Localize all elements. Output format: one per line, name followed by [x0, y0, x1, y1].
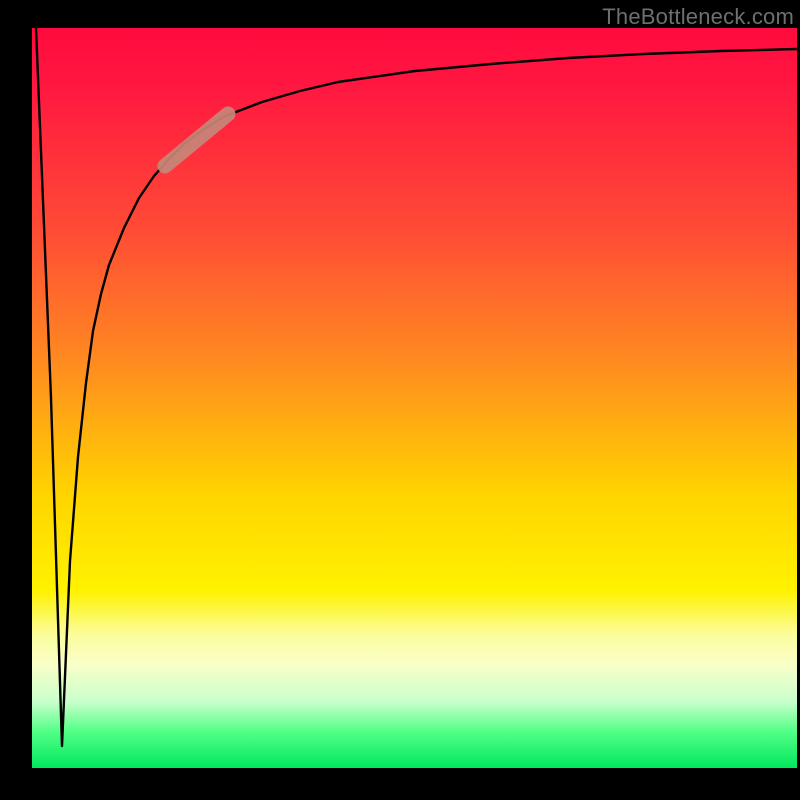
watermark-label: TheBottleneck.com: [602, 4, 794, 30]
chart-svg: [32, 28, 797, 768]
chart-stage: TheBottleneck.com: [0, 0, 800, 800]
curve-marker-icon: [165, 114, 228, 166]
chart-curve: [36, 28, 797, 746]
